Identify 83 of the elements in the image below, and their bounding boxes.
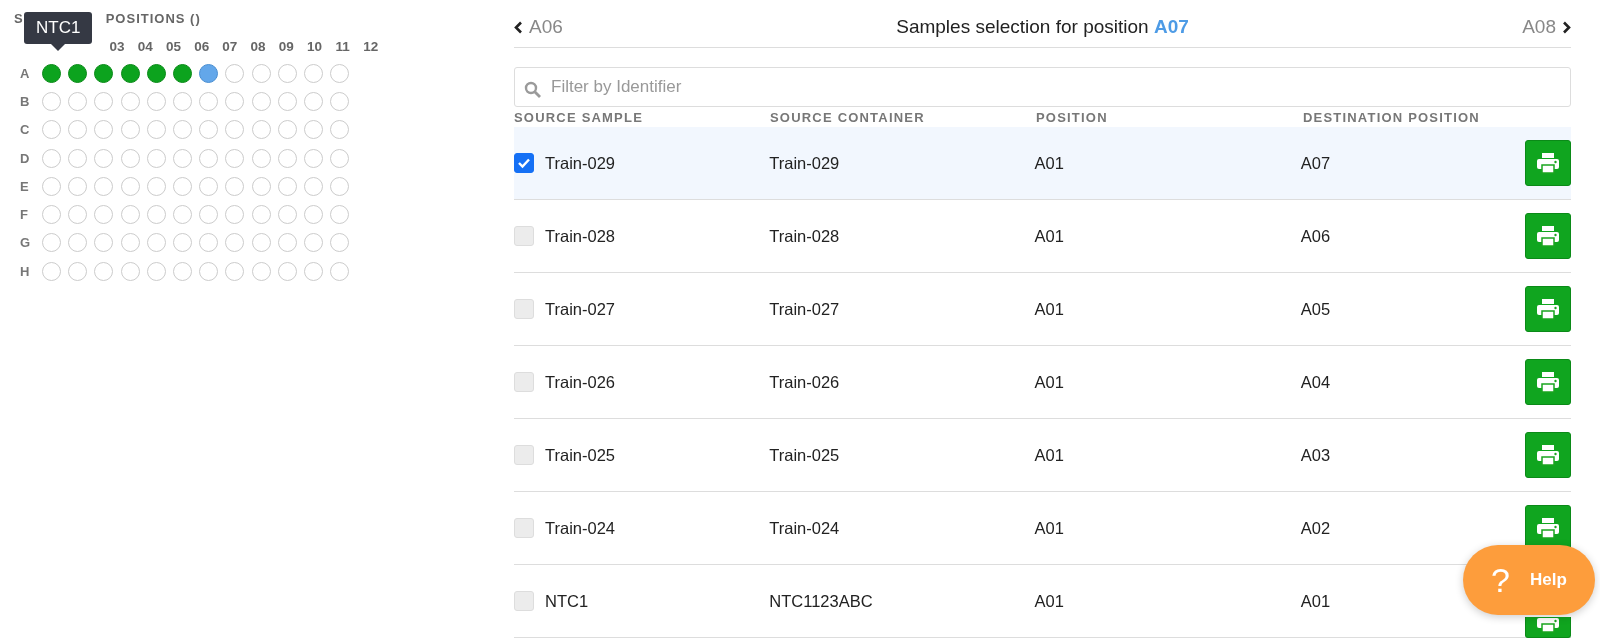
table-cell: Train-028 — [545, 226, 615, 246]
printer-icon — [1536, 371, 1561, 393]
table-cell-text: A01 — [1034, 518, 1065, 538]
plate-well[interactable] — [68, 63, 88, 83]
row-label: D — [19, 150, 31, 166]
row-label: G — [19, 235, 32, 251]
table-cell-text: A05 — [1300, 299, 1332, 319]
row-label: F — [19, 207, 29, 223]
plate-well[interactable] — [120, 63, 140, 83]
print-button[interactable] — [1525, 359, 1571, 405]
plate-title: S — [14, 11, 24, 28]
table-cell-text: Train-028 — [769, 226, 841, 246]
table-cell-text: A02 — [1300, 518, 1332, 538]
row-label: H — [19, 263, 31, 279]
row-label: E — [19, 178, 30, 194]
table-cell-text: A01 — [1034, 591, 1065, 611]
plate-well[interactable] — [94, 63, 114, 83]
table-cell-text: A01 — [1034, 372, 1065, 392]
column-label: 06 — [193, 39, 211, 56]
column-header: DESTINATION POSITION — [1303, 109, 1481, 125]
printer-icon — [1536, 444, 1561, 466]
table-cell: Train-026 — [545, 372, 615, 392]
table-cell-text: A03 — [1300, 445, 1332, 465]
table-cell-text: Train-025 — [769, 445, 841, 465]
print-button[interactable] — [1525, 140, 1571, 186]
table-cell-text: A01 — [1034, 153, 1065, 173]
printer-icon — [1536, 225, 1561, 247]
table-cell: Train-024 — [545, 518, 615, 538]
table-cell-text: A01 — [1034, 445, 1065, 465]
print-button[interactable] — [1525, 213, 1571, 259]
search-icon — [524, 80, 542, 99]
table-cell-text: A01 — [1300, 591, 1332, 611]
plate-well[interactable] — [42, 63, 61, 83]
table-cell-text: NTC1123ABC — [769, 591, 874, 611]
column-label: 07 — [221, 39, 239, 56]
column-header: SOURCE SAMPLE — [514, 109, 644, 125]
plate-well[interactable] — [146, 63, 166, 83]
printer-icon — [1536, 152, 1561, 174]
column-label: 11 — [334, 39, 351, 56]
plate-title: POSITIONS () — [105, 11, 201, 28]
table-cell-text: Train-026 — [769, 372, 841, 392]
row-label: A — [19, 65, 31, 81]
table-cell-text: Train-024 — [769, 518, 841, 538]
table-cell-text: Train-029 — [769, 153, 841, 173]
tooltip: NTC1 — [24, 12, 93, 44]
column-label: 09 — [277, 39, 295, 56]
column-header: POSITION — [1036, 109, 1109, 125]
checkmark-icon — [517, 157, 531, 169]
print-button[interactable] — [1525, 286, 1571, 332]
column-label: 05 — [164, 39, 182, 56]
table-cell: Train-025 — [545, 445, 615, 465]
page-title: Samples selection for position A07 — [896, 16, 1189, 39]
table-cell: Train-029 — [545, 153, 615, 173]
column-label: 10 — [305, 39, 323, 56]
chevron-right-icon — [1562, 20, 1571, 34]
printer-icon — [1536, 298, 1561, 320]
printer-icon — [1536, 517, 1561, 539]
plate-well[interactable] — [199, 63, 219, 83]
table-cell-text: A01 — [1034, 299, 1065, 319]
search-field[interactable]: Filter by Identifier — [514, 66, 1571, 108]
table-cell-text: A01 — [1034, 226, 1065, 246]
table-cell-text: A07 — [1300, 153, 1332, 173]
table-cell-text: A06 — [1300, 226, 1332, 246]
row-label: B — [19, 93, 31, 109]
column-label: 12 — [362, 39, 380, 56]
next-link[interactable]: A08 — [1522, 16, 1571, 39]
table-cell-text: A04 — [1300, 372, 1332, 392]
column-label: 04 — [136, 39, 154, 56]
checkbox[interactable] — [514, 153, 534, 173]
plate-well[interactable] — [172, 63, 192, 83]
table-cell-text: Train-027 — [769, 299, 841, 319]
print-button[interactable] — [1525, 617, 1571, 638]
row-label: C — [19, 122, 31, 138]
tooltip-arrow-icon — [51, 44, 65, 51]
table-cell: NTC1 — [545, 591, 589, 611]
table-cell: Train-027 — [545, 299, 615, 319]
column-header: SOURCE CONTAINER — [770, 109, 926, 125]
previous-link[interactable]: A06 — [514, 16, 563, 39]
chevron-left-icon — [514, 20, 523, 34]
print-button[interactable] — [1525, 432, 1571, 478]
help-button[interactable]: ? Help — [1463, 545, 1595, 615]
column-label: 08 — [249, 39, 267, 56]
column-label: 03 — [108, 39, 126, 56]
